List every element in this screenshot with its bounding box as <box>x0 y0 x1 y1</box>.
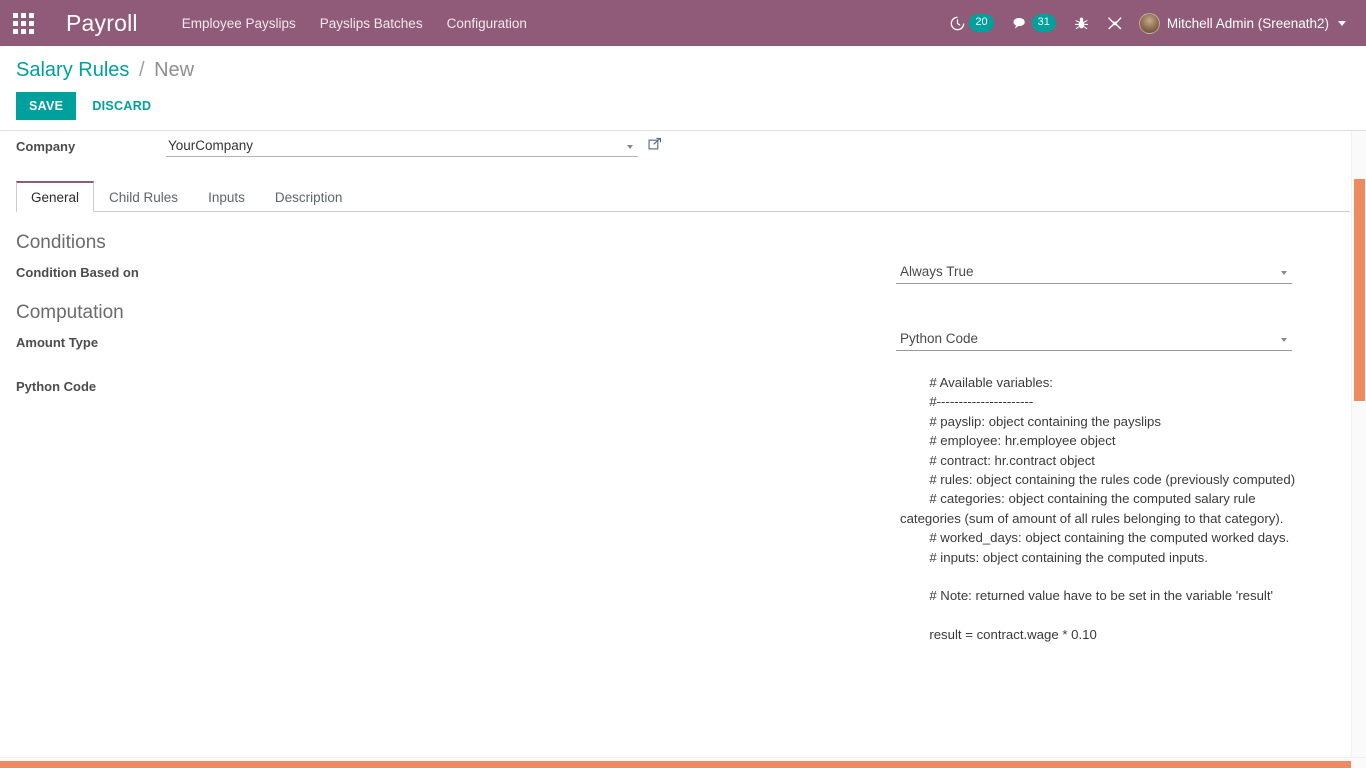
control-panel: Salary Rules / New SAVE DISCARD <box>0 46 1366 131</box>
general-fields-column <box>896 232 1366 708</box>
notebook-tabs: General Child Rules Inputs Description <box>16 181 1350 212</box>
company-label: Company <box>16 139 76 154</box>
developer-tools-button[interactable] <box>1099 10 1131 37</box>
horizontal-scrollbar-thumb[interactable] <box>0 761 1351 768</box>
discard-button[interactable]: DISCARD <box>82 92 161 120</box>
activities-menu-button[interactable]: 20 <box>942 8 1001 38</box>
chevron-down-icon <box>1338 20 1346 26</box>
condition-based-on-select[interactable] <box>896 261 1292 284</box>
tab-inputs[interactable]: Inputs <box>193 181 260 212</box>
tab-general[interactable]: General <box>16 181 95 212</box>
save-button[interactable]: SAVE <box>16 92 77 120</box>
messages-menu-button[interactable]: 31 <box>1004 8 1064 38</box>
menu-item-configuration[interactable]: Configuration <box>435 3 539 44</box>
horizontal-scrollbar-track[interactable] <box>0 757 1366 768</box>
vertical-scrollbar-track[interactable] <box>1351 131 1366 768</box>
navbar-right-tools: 20 31 Mitchell Admin (Sreenath2) <box>942 8 1366 39</box>
debug-menu-button[interactable] <box>1066 10 1097 37</box>
form-sheet-scroll-area: Active Appears on Payslip Company <box>0 131 1366 768</box>
condition-based-on-label: Condition Based on <box>16 265 139 280</box>
company-input[interactable] <box>166 136 638 157</box>
clock-activity-icon <box>950 16 965 31</box>
form-sheet: Active Appears on Payslip Company <box>0 131 1366 708</box>
wrench-tools-icon <box>1107 16 1123 31</box>
computation-group-title: Computation <box>16 302 124 323</box>
menu-item-payslips-batches[interactable]: Payslips Batches <box>308 3 435 44</box>
vertical-scrollbar-thumb[interactable] <box>1354 179 1365 401</box>
activities-count-badge: 20 <box>969 14 994 32</box>
top-navbar: Payroll Employee Payslips Payslips Batch… <box>0 0 1366 46</box>
app-brand-title[interactable]: Payroll <box>66 10 138 37</box>
company-row: Company <box>16 131 1350 163</box>
breadcrumb: Salary Rules / New <box>16 58 1350 82</box>
chat-bubble-icon <box>1012 16 1028 31</box>
breadcrumb-separator: / <box>138 59 145 81</box>
user-menu-label: Mitchell Admin (Sreenath2) <box>1166 15 1329 31</box>
control-panel-buttons: SAVE DISCARD <box>16 92 1350 120</box>
main-menu: Employee Payslips Payslips Batches Confi… <box>170 3 539 44</box>
breadcrumb-item-salary-rules[interactable]: Salary Rules <box>16 59 129 81</box>
user-menu-button[interactable]: Mitchell Admin (Sreenath2) <box>1133 8 1354 39</box>
amount-type-label: Amount Type <box>16 335 99 350</box>
python-code-label: Python Code <box>16 379 97 394</box>
tab-child-rules[interactable]: Child Rules <box>94 181 193 212</box>
amount-type-select[interactable] <box>896 328 1292 351</box>
menu-item-employee-payslips[interactable]: Employee Payslips <box>170 3 308 44</box>
apps-grid-icon <box>12 12 34 34</box>
conditions-group-title: Conditions <box>16 232 106 253</box>
messages-count-badge: 31 <box>1031 14 1056 32</box>
notebook: General Child Rules Inputs Description C… <box>16 181 1350 708</box>
breadcrumb-current-new: New <box>154 59 195 81</box>
apps-menu-button[interactable] <box>0 0 46 46</box>
tab-description[interactable]: Description <box>260 181 358 212</box>
external-link-icon[interactable] <box>648 137 662 156</box>
python-code-textarea[interactable] <box>900 373 1296 703</box>
avatar <box>1138 12 1160 34</box>
amount-type-field <box>896 328 1292 351</box>
general-labels-column: Conditions Condition Based on Computatio… <box>16 232 896 708</box>
condition-based-on-field <box>896 261 1292 284</box>
tab-page-general: Conditions Condition Based on Computatio… <box>16 212 1350 708</box>
bug-icon <box>1074 16 1089 31</box>
